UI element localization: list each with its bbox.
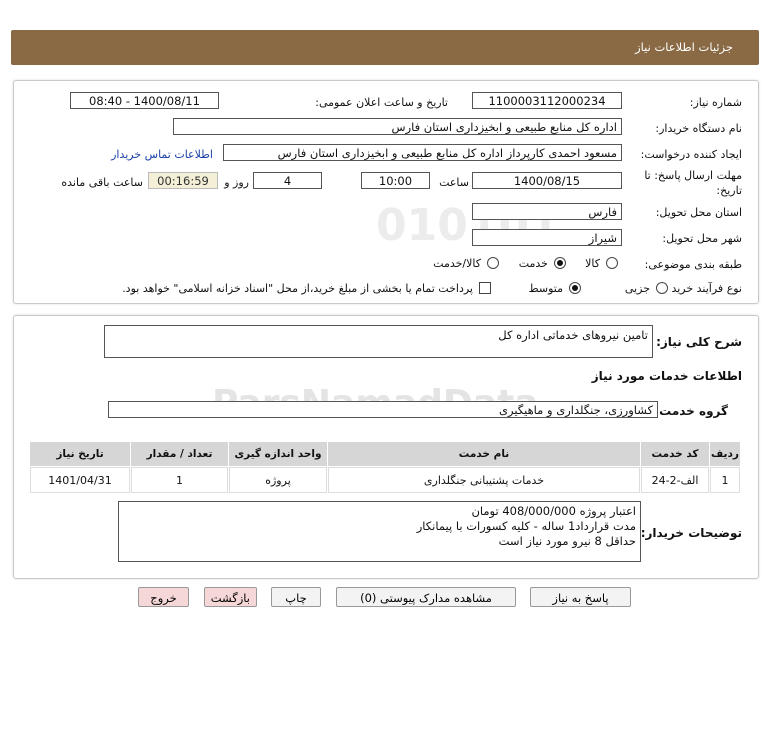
category-goods-radio[interactable] — [606, 257, 618, 269]
process-minor-radio[interactable] — [656, 282, 668, 294]
print-button[interactable]: چاپ — [271, 587, 321, 607]
days-label: روز و — [224, 176, 249, 189]
process-minor-label: جزیی — [624, 282, 650, 295]
deadline-date-field: 1400/08/15 — [472, 172, 622, 189]
table-cell: الف-2-24 — [641, 467, 709, 493]
buyer-contact-link[interactable]: اطلاعات تماس خریدار — [111, 148, 213, 161]
buyer-note-line: اعتبار پروژه 408/000/000 تومان — [471, 504, 636, 518]
deadline-time-label: ساعت — [439, 176, 469, 189]
category-goods-label: کالا — [585, 257, 600, 270]
attachments-button[interactable]: مشاهده مدارک پیوستی (0) — [336, 587, 516, 607]
need-number-label: شماره نیاز: — [689, 96, 742, 109]
city-label: شهر محل تحویل: — [662, 232, 742, 245]
table-cell: خدمات پشتیبانی جنگلداری — [328, 467, 640, 493]
process-medium-label: متوسط — [528, 282, 563, 295]
summary-field: تامین نیروهای خدماتی اداره کل — [104, 325, 653, 358]
table-cell: 1 — [710, 467, 740, 493]
treasury-payment-checkbox[interactable] — [479, 282, 491, 294]
requester-field: مسعود احمدی کارپرداز اداره کل منابع طبیع… — [223, 144, 622, 161]
category-label: طبقه بندی موضوعی: — [644, 258, 742, 271]
announce-datetime-field: 1400/08/11 - 08:40 — [70, 92, 219, 109]
category-goods-service-radio[interactable] — [487, 257, 499, 269]
table-header-cell: واحد اندازه گیری — [229, 442, 327, 466]
exit-button[interactable]: خروج — [138, 587, 189, 607]
table-header-cell: تعداد / مقدار — [131, 442, 228, 466]
buyer-org-field: اداره کل منابع طبیعی و ابخیزداری استان ف… — [173, 118, 622, 135]
buyer-note-line: حداقل 8 نیرو مورد نیاز است — [498, 534, 636, 548]
days-remaining-field: 4 — [253, 172, 322, 189]
province-field: فارس — [472, 203, 622, 220]
process-type-label: نوع فرآیند خرید : — [664, 282, 742, 295]
back-button[interactable]: بازگشت — [204, 587, 257, 607]
announce-datetime-label: تاریخ و ساعت اعلان عمومی: — [315, 96, 448, 109]
service-group-label: گروه خدمت: — [654, 404, 728, 418]
service-group-field: کشاورزی، جنگلداری و ماهیگیری — [108, 401, 658, 418]
process-medium-radio[interactable] — [569, 282, 581, 294]
category-goods-service-label: کالا/خدمت — [433, 257, 481, 270]
province-label: استان محل تحویل: — [655, 206, 742, 219]
need-number-field: 1100003112000234 — [472, 92, 622, 109]
table-header-cell: کد خدمت — [641, 442, 709, 466]
remaining-time-field: 00:16:59 — [148, 172, 218, 189]
page-title: جزئیات اطلاعات نیاز — [635, 40, 733, 54]
category-service-radio[interactable] — [554, 257, 566, 269]
buyer-notes-label: توضیحات خریدار: — [640, 526, 742, 540]
buyer-notes-field: اعتبار پروژه 408/000/000 تومان مدت قرارد… — [118, 501, 641, 562]
table-header-cell: نام خدمت — [328, 442, 640, 466]
summary-label: شرح کلی نیاز: — [656, 335, 742, 349]
table-header-cell: تاریخ نیاز — [30, 442, 130, 466]
deadline-time-field: 10:00 — [361, 172, 430, 189]
buyer-note-line: مدت قرارداد1 ساله - کلیه کسورات با پیمان… — [416, 519, 636, 533]
buyer-org-label: نام دستگاه خریدار: — [655, 122, 742, 135]
table-row: 1 الف-2-24 خدمات پشتیبانی جنگلداری پروژه… — [30, 467, 740, 493]
treasury-payment-note: پرداخت تمام یا بخشی از مبلغ خرید،از محل … — [122, 282, 473, 295]
services-section-title: اطلاعات خدمات مورد نیاز — [591, 369, 742, 383]
table-header-row: ردیف کد خدمت نام خدمت واحد اندازه گیری ت… — [30, 442, 740, 466]
requester-label: ایجاد کننده درخواست: — [640, 148, 742, 161]
table-cell: 1 — [131, 467, 228, 493]
city-field: شیراز — [472, 229, 622, 246]
table-cell: 1401/04/31 — [30, 467, 130, 493]
category-service-label: خدمت — [518, 257, 548, 270]
reply-button[interactable]: پاسخ به نیاز — [530, 587, 631, 607]
table-cell: پروژه — [229, 467, 327, 493]
remaining-time-label: ساعت باقی مانده — [61, 176, 143, 189]
page-header: جزئیات اطلاعات نیاز — [11, 30, 759, 65]
table-header-cell: ردیف — [710, 442, 740, 466]
deadline-label: مهلت ارسال پاسخ: تا تاریخ: — [644, 169, 742, 197]
services-table: ردیف کد خدمت نام خدمت واحد اندازه گیری ت… — [29, 441, 741, 494]
